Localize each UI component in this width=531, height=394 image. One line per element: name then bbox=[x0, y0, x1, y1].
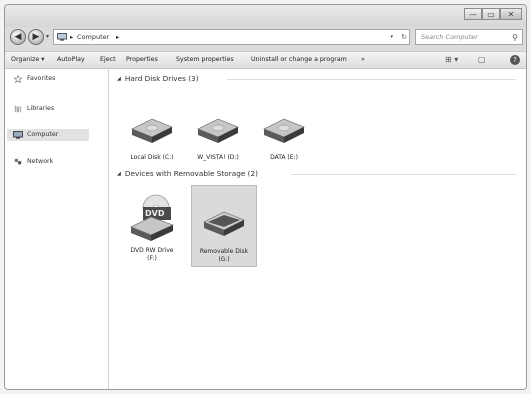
view-options-button[interactable]: ⊞ ▾ bbox=[445, 52, 458, 68]
back-button[interactable]: ◀ bbox=[10, 29, 26, 45]
collapse-triangle-icon[interactable]: ◢ bbox=[117, 168, 121, 180]
properties-button[interactable]: Properties bbox=[126, 52, 158, 68]
network-icon bbox=[14, 158, 22, 165]
drive-label-line2: (F:) bbox=[147, 255, 157, 262]
group-divider bbox=[291, 174, 516, 175]
removable-disk-icon bbox=[203, 211, 245, 236]
address-bar[interactable]: ▸ Computer ▸ ▾ ↻ bbox=[53, 29, 410, 45]
nav-item-label: Computer bbox=[27, 131, 59, 138]
close-button[interactable]: ✕ bbox=[500, 8, 522, 20]
nav-item-computer[interactable]: Computer bbox=[7, 129, 89, 141]
group-label: Devices with Removable Storage (2) bbox=[124, 169, 259, 178]
hard-drive-icon bbox=[197, 118, 239, 143]
explorer-window: — ▭ ✕ ◀ ▶ ▾ ▸ Computer ▸ ▾ ↻ Search Comp… bbox=[4, 4, 527, 390]
nav-item-label: Favorites bbox=[27, 75, 56, 82]
breadcrumb-separator[interactable]: ▸ bbox=[70, 30, 73, 44]
navigation-pane: Favorites Libraries Computer Network bbox=[5, 69, 109, 389]
search-input[interactable]: Search Computer ⚲ bbox=[415, 29, 523, 45]
address-row: ◀ ▶ ▾ ▸ Computer ▸ ▾ ↻ Search Computer ⚲ bbox=[5, 27, 526, 49]
group-header-removable-storage[interactable]: ◢ Devices with Removable Storage (2) bbox=[117, 168, 258, 180]
file-list-pane: ◢ Hard Disk Drives (3) Local Disk (C:) W… bbox=[109, 69, 526, 389]
libraries-icon bbox=[14, 105, 22, 113]
dvd-drive-icon bbox=[130, 194, 174, 241]
nav-item-label: Network bbox=[27, 158, 54, 165]
refresh-icon[interactable]: ↻ bbox=[401, 30, 407, 44]
group-divider bbox=[227, 79, 516, 80]
maximize-button[interactable]: ▭ bbox=[482, 8, 500, 20]
nav-item-favorites[interactable]: Favorites bbox=[13, 73, 55, 85]
uninstall-program-button[interactable]: Uninstall or change a program bbox=[251, 52, 347, 68]
drive-label: Local Disk (C:) bbox=[130, 154, 174, 161]
nav-item-network[interactable]: Network bbox=[13, 156, 53, 168]
drive-data-e[interactable]: DATA (E:) bbox=[253, 109, 315, 167]
drive-label-line2: (G:) bbox=[218, 256, 230, 263]
breadcrumb-computer[interactable]: Computer bbox=[77, 30, 109, 44]
breadcrumb-separator[interactable]: ▸ bbox=[116, 30, 119, 44]
window-controls: — ▭ ✕ bbox=[464, 8, 522, 20]
hard-drive-icon bbox=[263, 118, 305, 143]
eject-button[interactable]: Eject bbox=[100, 52, 116, 68]
nav-item-libraries[interactable]: Libraries bbox=[13, 103, 54, 115]
group-label: Hard Disk Drives (3) bbox=[124, 74, 199, 83]
recent-pages-dropdown[interactable]: ▾ bbox=[46, 33, 49, 40]
drive-label-line1: DVD RW Drive bbox=[130, 247, 174, 254]
system-properties-button[interactable]: System properties bbox=[176, 52, 234, 68]
title-bar[interactable]: — ▭ ✕ bbox=[5, 5, 526, 27]
dvd-logo: DVD bbox=[145, 209, 165, 218]
forward-button[interactable]: ▶ bbox=[28, 29, 44, 45]
preview-pane-button[interactable]: ▢ bbox=[478, 52, 486, 68]
drive-removable-disk-g[interactable]: Removable Disk (G:) bbox=[191, 185, 257, 267]
search-icon[interactable]: ⚲ bbox=[512, 31, 518, 45]
autoplay-button[interactable]: AutoPlay bbox=[57, 52, 85, 68]
drive-local-disk-c[interactable]: Local Disk (C:) bbox=[121, 109, 183, 167]
command-bar: Organize ▾ AutoPlay Eject Properties Sys… bbox=[5, 51, 526, 69]
drive-label: W_VISTA! (D:) bbox=[197, 154, 239, 161]
group-header-hard-disk-drives[interactable]: ◢ Hard Disk Drives (3) bbox=[117, 73, 199, 85]
collapse-triangle-icon[interactable]: ◢ bbox=[117, 73, 121, 85]
help-icon[interactable]: ? bbox=[510, 55, 520, 65]
drive-dvd-rw-f[interactable]: DVD DVD RW Drive (F:) bbox=[121, 187, 183, 267]
minimize-button[interactable]: — bbox=[464, 8, 482, 20]
star-icon bbox=[13, 75, 23, 83]
nav-item-label: Libraries bbox=[27, 105, 55, 112]
hard-drive-icon bbox=[131, 118, 173, 143]
search-placeholder: Search Computer bbox=[421, 33, 478, 41]
computer-icon bbox=[13, 131, 23, 139]
more-commands-button[interactable]: » bbox=[361, 52, 365, 68]
computer-icon bbox=[57, 33, 67, 41]
organize-menu[interactable]: Organize ▾ bbox=[11, 52, 44, 68]
drive-label: DATA (E:) bbox=[270, 154, 298, 161]
drive-label-line1: Removable Disk bbox=[199, 248, 249, 255]
drive-w-vista-d[interactable]: W_VISTA! (D:) bbox=[187, 109, 249, 167]
address-dropdown-icon[interactable]: ▾ bbox=[390, 30, 393, 44]
